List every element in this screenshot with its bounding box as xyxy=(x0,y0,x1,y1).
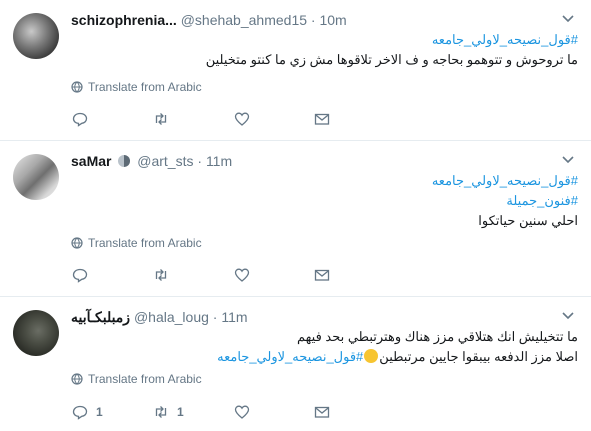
separator-dot: · xyxy=(212,309,218,325)
hashtag-link[interactable]: #قول_نصيحه_لاولي_جامعه xyxy=(217,349,363,364)
globe-icon xyxy=(71,81,83,93)
tweet[interactable]: saMar @art_sts · 11m #قول_نصيحه_لاولي_جا… xyxy=(0,141,591,297)
tweet-header: saMar @art_sts · 11m xyxy=(71,152,561,170)
chevron-down-icon[interactable] xyxy=(562,155,574,165)
translate-link[interactable]: Translate from Arabic xyxy=(71,371,202,387)
separator-dot: · xyxy=(197,153,203,169)
reply-button[interactable] xyxy=(72,110,96,128)
timestamp[interactable]: 10m xyxy=(319,12,346,28)
like-button[interactable] xyxy=(234,110,258,128)
chevron-down-icon[interactable] xyxy=(562,14,574,24)
direct-message-button[interactable] xyxy=(314,403,330,421)
tweet-header: ﺯﻣﺒﻠﺒﻜـﺂﺑﻴﻪ @hala_loug · 11m xyxy=(71,308,561,326)
tweet-text-line: احلي سنين حياتكوا xyxy=(478,213,578,228)
tweet-text: #قول_نصيحه_لاولي_جامعه ما تروحوش و تتوهم… xyxy=(71,30,578,70)
reply-icon xyxy=(72,405,88,420)
heart-icon xyxy=(234,268,250,282)
reply-icon xyxy=(72,112,88,127)
translate-label[interactable]: Translate from Arabic xyxy=(88,236,202,250)
avatar[interactable] xyxy=(13,310,59,356)
tweet[interactable]: schizophrenia... @shehab_ahmed15 · 10m #… xyxy=(0,0,591,141)
user-handle[interactable]: @shehab_ahmed15 xyxy=(181,12,307,28)
display-name[interactable]: schizophrenia... xyxy=(71,12,177,28)
envelope-icon xyxy=(314,113,330,125)
envelope-icon xyxy=(314,406,330,418)
tweet[interactable]: ﺯﻣﺒﻠﺒﻜـﺂﺑﻴﻪ @hala_loug · 11m ما تتخيليش … xyxy=(0,297,591,431)
reply-button[interactable] xyxy=(72,266,96,284)
globe-icon xyxy=(71,237,83,249)
avatar[interactable] xyxy=(13,13,59,59)
direct-message-button[interactable] xyxy=(314,110,330,128)
tweet-text: ما تتخيليش انك هتلاقي مزز هناك وهترتبطي … xyxy=(71,327,578,367)
like-button[interactable] xyxy=(234,266,258,284)
translate-label[interactable]: Translate from Arabic xyxy=(88,80,202,94)
timestamp[interactable]: 11m xyxy=(206,153,232,169)
heart-icon xyxy=(234,112,250,126)
hashtag-link[interactable]: #فنون_جميلة xyxy=(71,191,578,211)
display-name[interactable]: ﺯﻣﺒﻠﺒﻜـﺂﺑﻴﻪ xyxy=(71,309,130,325)
hashtag-link[interactable]: #قول_نصيحه_لاولي_جامعه xyxy=(71,30,578,50)
retweet-count: 1 xyxy=(177,405,184,419)
retweet-icon xyxy=(155,113,167,125)
chevron-down-icon[interactable] xyxy=(562,311,574,321)
retweet-icon xyxy=(155,406,167,418)
tweet-text-segment: اصلا مزز الدفعه بيبقوا جايين مرتبطين xyxy=(379,349,578,364)
separator-dot: · xyxy=(310,12,316,28)
translate-link[interactable]: Translate from Arabic xyxy=(71,235,202,251)
hashtag-link[interactable]: #قول_نصيحه_لاولي_جامعه xyxy=(71,171,578,191)
translate-link[interactable]: Translate from Arabic xyxy=(71,79,202,95)
display-name[interactable]: saMar xyxy=(71,153,111,169)
tweet-text-line: ما تتخيليش انك هتلاقي مزز هناك وهترتبطي … xyxy=(297,329,578,344)
heart-icon xyxy=(234,405,250,419)
envelope-icon xyxy=(314,269,330,281)
moon-icon xyxy=(118,155,131,167)
retweet-icon xyxy=(155,269,167,281)
retweet-button[interactable]: 1 xyxy=(153,403,184,421)
tweet-text-line: اصلا مزز الدفعه بيبقوا جايين مرتبطين #قول… xyxy=(71,347,578,367)
tweet-header: schizophrenia... @shehab_ahmed15 · 10m xyxy=(71,11,561,29)
reply-button[interactable]: 1 xyxy=(72,403,103,421)
laughing-emoji-icon xyxy=(364,349,379,363)
retweet-button[interactable] xyxy=(153,266,177,284)
like-button[interactable] xyxy=(234,403,258,421)
user-handle[interactable]: @hala_loug xyxy=(134,309,209,325)
retweet-button[interactable] xyxy=(153,110,177,128)
reply-count: 1 xyxy=(96,405,103,419)
direct-message-button[interactable] xyxy=(314,266,330,284)
reply-icon xyxy=(72,268,88,283)
translate-label[interactable]: Translate from Arabic xyxy=(88,372,202,386)
timestamp[interactable]: 11m xyxy=(221,309,247,325)
globe-icon xyxy=(71,373,83,385)
avatar[interactable] xyxy=(13,154,59,200)
tweet-text: #قول_نصيحه_لاولي_جامعه #فنون_جميلة احلي … xyxy=(71,171,578,231)
user-handle[interactable]: @art_sts xyxy=(137,153,193,169)
tweet-text-line: ما تروحوش و تتوهمو بحاجه و ف الاخر تلاقو… xyxy=(205,52,578,67)
